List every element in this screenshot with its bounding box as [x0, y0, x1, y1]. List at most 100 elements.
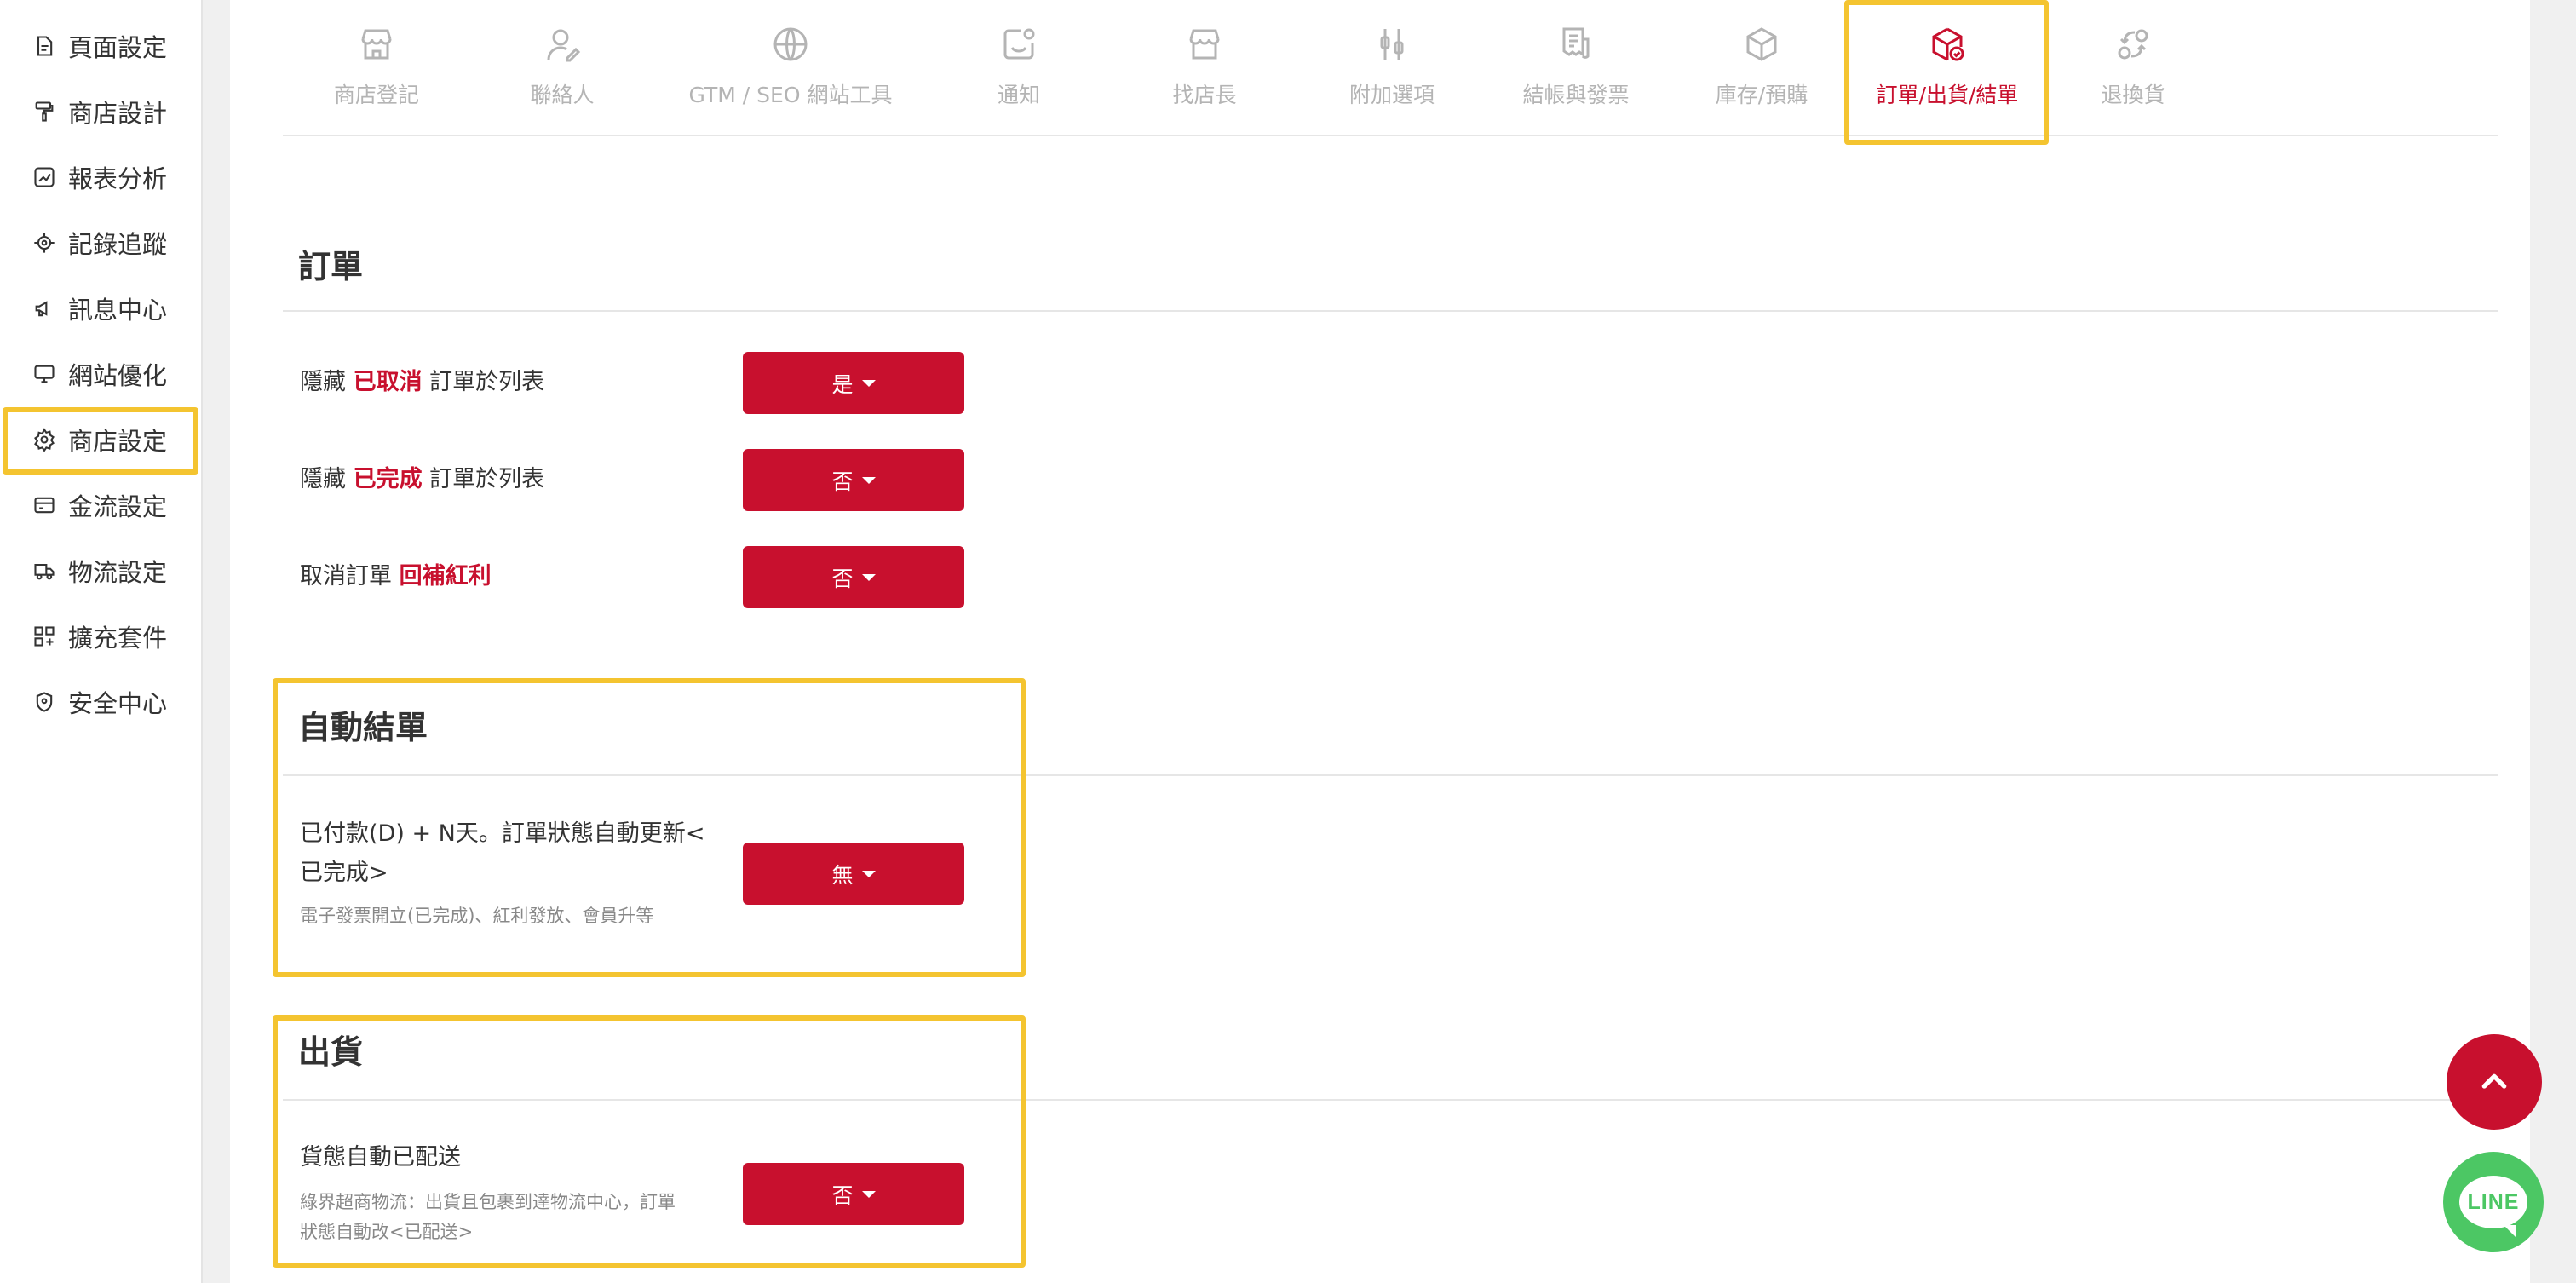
tab-add-ons[interactable]: 附加選項	[1343, 0, 1441, 128]
sidebar-item-label: 商店設計	[68, 99, 168, 128]
tab-contacts[interactable]: 聯絡人	[520, 0, 605, 128]
label-text: 隱藏	[300, 466, 354, 492]
sidebar-item-label: 報表分析	[68, 164, 168, 193]
setting-label-auto-close: 已付款(D) + N天。訂單狀態自動更新< 已完成>	[300, 814, 704, 893]
sidebar-item-label: 訊息中心	[68, 296, 168, 325]
dropdown-value: 無	[831, 862, 854, 888]
section-divider	[283, 310, 2498, 312]
globe-icon	[770, 24, 811, 65]
sidebar-item-label: 物流設定	[68, 558, 168, 587]
sidebar-item-messages[interactable]: 訊息中心	[3, 277, 196, 340]
dropdown-value: 否	[831, 469, 854, 494]
caret-down-icon	[861, 379, 876, 387]
box-check-icon	[1927, 24, 1968, 65]
setting-label-auto-delivered: 貨態自動已配送	[300, 1144, 461, 1171]
cancel-refund-bonus-dropdown[interactable]: 否	[743, 546, 964, 608]
sidebar: 頁面設定 商店設計 報表分析 記錄追蹤 訊息中心 網站優化 商店設定 金流設定 …	[0, 0, 203, 1283]
label-text: 隱藏	[300, 369, 354, 395]
tab-checkout-invoice[interactable]: 結帳與發票	[1518, 0, 1634, 128]
line-label: LINE	[2467, 1189, 2520, 1214]
page-icon	[32, 34, 56, 58]
caret-down-icon	[861, 870, 876, 877]
chevron-up-icon	[2481, 1073, 2507, 1089]
main-panel	[230, 0, 2530, 1283]
sidebar-item-page-settings[interactable]: 頁面設定	[3, 14, 196, 78]
sidebar-item-label: 安全中心	[68, 689, 168, 718]
hide-cancelled-dropdown[interactable]: 是	[743, 352, 964, 414]
receipt-icon	[1555, 24, 1596, 65]
setting-description: 綠界超商物流：出貨且包裹到達物流中心，訂單 狀態自動改<已配送>	[300, 1188, 676, 1247]
sidebar-item-label: 網站優化	[68, 361, 168, 390]
dropdown-value: 否	[831, 566, 854, 591]
caret-down-icon	[861, 573, 876, 581]
tab-label: 退換貨	[2101, 83, 2165, 107]
sidebar-item-payment[interactable]: 金流設定	[3, 474, 196, 537]
sidebar-item-logistics[interactable]: 物流設定	[3, 539, 196, 602]
sidebar-item-security[interactable]: 安全中心	[3, 670, 196, 734]
tab-label: 庫存/預購	[1715, 83, 1808, 107]
tab-label: 附加選項	[1348, 83, 1435, 107]
desc-line: 狀態自動改<已配送>	[300, 1222, 474, 1242]
setting-label-hide-completed: 隱藏 已完成 訂單於列表	[300, 460, 544, 499]
tab-find-manager[interactable]: 找店長	[1164, 0, 1245, 128]
sidebar-item-store-settings[interactable]: 商店設定	[3, 408, 196, 471]
return-icon	[2113, 24, 2153, 65]
label-text: 訂單於列表	[422, 466, 545, 492]
credit-card-icon	[32, 493, 56, 517]
auto-close-days-dropdown[interactable]: 無	[743, 843, 964, 905]
dropdown-value: 是	[831, 371, 854, 397]
tab-label: 訂單/出貨/結單	[1876, 83, 2019, 107]
tab-label: 通知	[997, 83, 1040, 107]
label-emphasis: 回補紅利	[399, 563, 492, 590]
sidebar-item-label: 擴充套件	[68, 624, 168, 653]
monitor-icon	[32, 362, 56, 386]
sidebar-item-label: 商店設定	[68, 427, 168, 456]
tab-label: 商店登記	[333, 83, 419, 107]
sidebar-item-site-optimization[interactable]: 網站優化	[3, 342, 196, 406]
label-emphasis: 已完成	[353, 466, 423, 492]
label-text: 取消訂單	[300, 563, 400, 590]
setting-description: 電子發票開立(已完成)、紅利發放、會員升等	[300, 906, 654, 926]
sliders-icon	[1371, 24, 1412, 65]
sidebar-item-label: 頁面設定	[68, 33, 168, 62]
tab-label: 聯絡人	[530, 83, 595, 107]
section-divider	[283, 774, 2498, 776]
label-emphasis: 已取消	[353, 369, 423, 395]
section-title-auto-close: 自動結單	[298, 709, 428, 746]
line-chat-button[interactable]: LINE	[2443, 1152, 2544, 1252]
sidebar-item-store-design[interactable]: 商店設計	[3, 80, 196, 143]
tab-notifications[interactable]: 通知	[992, 0, 1046, 128]
auto-delivered-dropdown[interactable]: 否	[743, 1163, 964, 1225]
line-logo-icon: LINE	[2459, 1176, 2527, 1237]
dropdown-value: 否	[831, 1182, 854, 1208]
shield-icon	[32, 690, 56, 714]
truck-icon	[32, 559, 56, 583]
sidebar-item-extensions[interactable]: 擴充套件	[3, 605, 196, 668]
setting-label-hide-cancelled: 隱藏 已取消 訂單於列表	[300, 363, 544, 402]
scroll-to-top-button[interactable]	[2447, 1034, 2542, 1130]
sidebar-item-reports[interactable]: 報表分析	[3, 146, 196, 209]
sidebar-item-tracking[interactable]: 記錄追蹤	[3, 211, 196, 274]
tab-returns[interactable]: 退換貨	[2099, 0, 2167, 128]
grid-plus-icon	[32, 624, 56, 648]
section-title-order: 訂單	[298, 248, 364, 285]
tab-orders-shipping-closing[interactable]: 訂單/出貨/結單	[1872, 0, 2022, 128]
megaphone-icon	[32, 296, 56, 320]
chart-icon	[32, 165, 56, 189]
tab-gtm-seo[interactable]: GTM / SEO 網站工具	[681, 0, 900, 128]
sidebar-item-label: 記錄追蹤	[68, 230, 168, 259]
tab-inventory-preorder[interactable]: 庫存/預購	[1712, 0, 1811, 128]
label-line: 已付款(D) + N天。訂單狀態自動更新<	[300, 820, 705, 847]
caret-down-icon	[861, 1190, 876, 1198]
tab-store-registration[interactable]: 商店登記	[327, 0, 426, 128]
sidebar-item-label: 金流設定	[68, 492, 168, 521]
tab-label: 找店長	[1172, 83, 1237, 107]
notification-icon	[998, 24, 1039, 65]
storefront-icon	[356, 24, 397, 65]
store-icon	[1184, 24, 1225, 65]
setting-label-cancel-refund-bonus: 取消訂單 回補紅利	[300, 557, 492, 596]
tab-label: GTM / SEO 網站工具	[688, 83, 893, 107]
person-edit-icon	[542, 24, 583, 65]
caret-down-icon	[861, 476, 876, 484]
hide-completed-dropdown[interactable]: 否	[743, 449, 964, 511]
